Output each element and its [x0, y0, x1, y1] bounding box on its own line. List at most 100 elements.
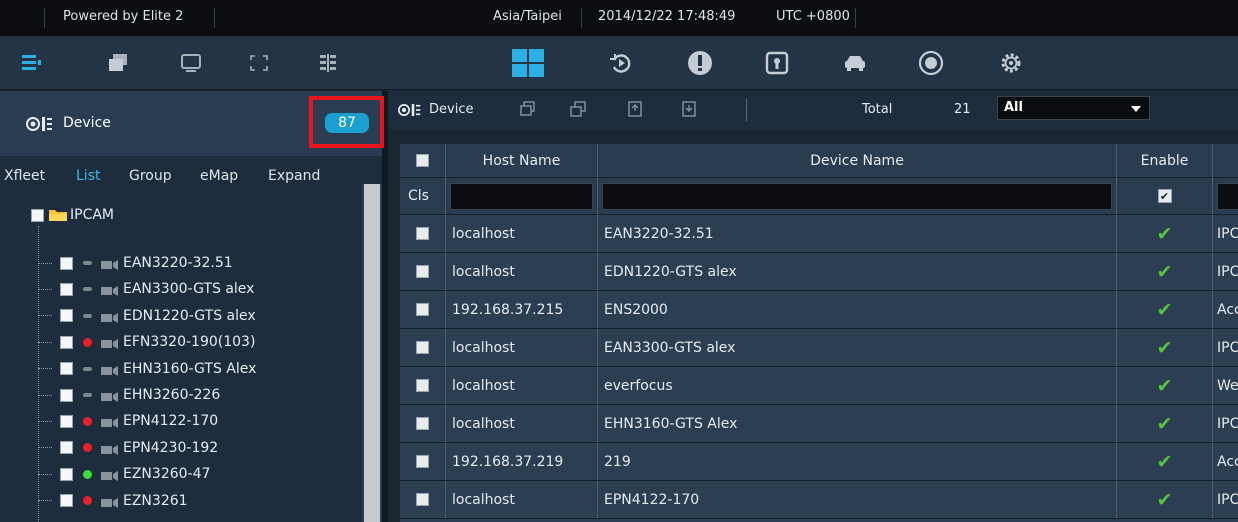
import-icon[interactable]: [628, 101, 642, 117]
tab-emap[interactable]: eMap: [200, 168, 238, 184]
check-icon: ✔: [1156, 374, 1173, 397]
column-host-name[interactable]: Host Name: [446, 144, 598, 177]
tree-item-label: EZN3260-47: [123, 466, 211, 483]
row-checkbox[interactable]: [416, 341, 429, 354]
tree-item[interactable]: EHN3260-226: [38, 386, 220, 404]
face-icon[interactable]: [917, 49, 945, 77]
tree-connector: [38, 394, 52, 396]
table-row[interactable]: localhost EPN4122-170 ✔ IPC: [400, 481, 1238, 519]
datetime-label: 2014/12/22 17:48:49: [598, 9, 736, 24]
table-row[interactable]: localhost EAN3300-GTS alex ✔ IPC: [400, 329, 1238, 367]
tree-item-checkbox[interactable]: [60, 256, 73, 270]
device-name-filter-input[interactable]: [602, 182, 1112, 210]
dashboard-icon[interactable]: [510, 47, 546, 79]
tree-scrollbar[interactable]: [362, 184, 382, 522]
tree-item[interactable]: EZN3260-47: [38, 465, 210, 483]
extra-cell: IPC: [1217, 339, 1238, 356]
tree-connector: [38, 500, 52, 502]
remove-device-icon[interactable]: [570, 101, 586, 117]
device-panel-title: Device: [63, 115, 111, 131]
host-name-filter-input[interactable]: [450, 182, 593, 210]
access-card-icon[interactable]: [763, 49, 791, 77]
table-row[interactable]: localhost EDN1220-GTS alex ✔ IPC: [400, 253, 1238, 291]
select-all-checkbox[interactable]: [416, 154, 429, 167]
utc-offset-label: UTC +0800: [776, 9, 850, 24]
tree-item-checkbox[interactable]: [60, 362, 73, 376]
tab-list[interactable]: List: [76, 168, 100, 184]
status-dot-icon: [83, 261, 92, 265]
tree-item[interactable]: EPN4122-170: [38, 412, 218, 430]
tree-item-label: EPN4230-192: [123, 439, 219, 456]
tab-group[interactable]: Group: [129, 168, 172, 184]
tree-item-checkbox[interactable]: [60, 467, 73, 481]
column-extra[interactable]: [1213, 144, 1238, 177]
enable-cell: ✔: [1117, 405, 1213, 442]
tree-item-checkbox[interactable]: [60, 309, 73, 323]
camera-icon: [101, 416, 119, 429]
tree-root-ipcam[interactable]: IPCAM: [31, 205, 114, 225]
extra-filter-input[interactable]: [1217, 182, 1238, 210]
tree-root-checkbox[interactable]: [31, 208, 44, 222]
monitor-icon[interactable]: [177, 49, 205, 77]
row-checkbox[interactable]: [416, 265, 429, 278]
row-checkbox[interactable]: [416, 455, 429, 468]
table-row[interactable]: 192.168.37.215 ENS2000 ✔ Acc: [400, 291, 1238, 329]
extra-cell: We: [1217, 377, 1238, 394]
list-panel-icon[interactable]: [18, 49, 46, 77]
table-row[interactable]: 192.168.37.219 219 ✔ Acc: [400, 443, 1238, 481]
clear-filter-button[interactable]: Cls: [400, 178, 446, 214]
camera-icon: [101, 364, 119, 376]
row-checkbox[interactable]: [416, 303, 429, 316]
add-device-icon[interactable]: [520, 101, 536, 117]
tree-scrollbar-thumb[interactable]: [364, 184, 380, 522]
fullscreen-icon[interactable]: [245, 49, 273, 77]
tree-item-checkbox[interactable]: [60, 441, 73, 455]
vehicle-icon[interactable]: [841, 49, 869, 77]
tree-item[interactable]: EHN3160-GTS Alex: [38, 360, 256, 378]
export-icon[interactable]: [682, 101, 696, 117]
windows-icon[interactable]: [104, 49, 132, 77]
tree-item[interactable]: EPN4230-192: [38, 439, 218, 457]
table-row[interactable]: localhost everfocus ✔ We: [400, 367, 1238, 405]
tree-item-checkbox[interactable]: [60, 335, 73, 349]
device-filter-select[interactable]: All: [997, 96, 1150, 120]
row-checkbox[interactable]: [416, 493, 429, 506]
row-select-cell: [400, 405, 446, 442]
tree-item-checkbox[interactable]: [60, 282, 73, 296]
check-icon: ✔: [1156, 412, 1173, 435]
folder-icon: [48, 208, 68, 222]
device-name-cell: everfocus: [598, 367, 1117, 404]
column-device-name[interactable]: Device Name: [598, 144, 1117, 177]
tree-item-checkbox[interactable]: [60, 388, 73, 402]
row-checkbox[interactable]: [416, 379, 429, 392]
camera-icon: [101, 284, 119, 297]
tree-item[interactable]: EAN3220-32.51: [38, 254, 233, 272]
enable-filter-checkbox[interactable]: ✔: [1157, 189, 1172, 203]
tree-item-checkbox[interactable]: [60, 414, 73, 428]
row-select-cell: [400, 291, 446, 328]
tree-item-checkbox[interactable]: [60, 494, 73, 508]
table-row[interactable]: localhost EHN3160-GTS Alex ✔ IPC: [400, 405, 1238, 443]
playback-icon[interactable]: [607, 49, 635, 77]
device-icon: [26, 117, 52, 131]
enable-cell: ✔: [1117, 291, 1213, 328]
tree-connector: [38, 420, 52, 422]
column-enable[interactable]: Enable: [1117, 144, 1213, 177]
table-row[interactable]: localhost EAN3220-32.51 ✔ IPC: [400, 215, 1238, 253]
grid-layout-icon[interactable]: [314, 49, 342, 77]
row-checkbox[interactable]: [416, 227, 429, 240]
tree-item[interactable]: EDN1220-GTS alex: [38, 307, 256, 325]
tab-xfleet[interactable]: Xfleet: [4, 168, 45, 184]
check-icon: ✔: [1156, 450, 1173, 473]
tree-item[interactable]: EZN3261: [38, 492, 188, 510]
status-dot-icon: [83, 393, 92, 397]
tree-item[interactable]: EAN3300-GTS alex: [38, 280, 254, 298]
settings-icon[interactable]: [997, 49, 1025, 77]
device-name-cell: 219: [598, 443, 1117, 480]
tab-expand[interactable]: Expand: [268, 168, 320, 184]
powered-by-label: Powered by Elite 2: [63, 9, 184, 24]
tree-item[interactable]: EFN3320-190(103): [38, 333, 255, 351]
row-checkbox[interactable]: [416, 417, 429, 430]
alarm-icon[interactable]: [686, 49, 714, 77]
host-name-cell: localhost: [446, 253, 598, 290]
